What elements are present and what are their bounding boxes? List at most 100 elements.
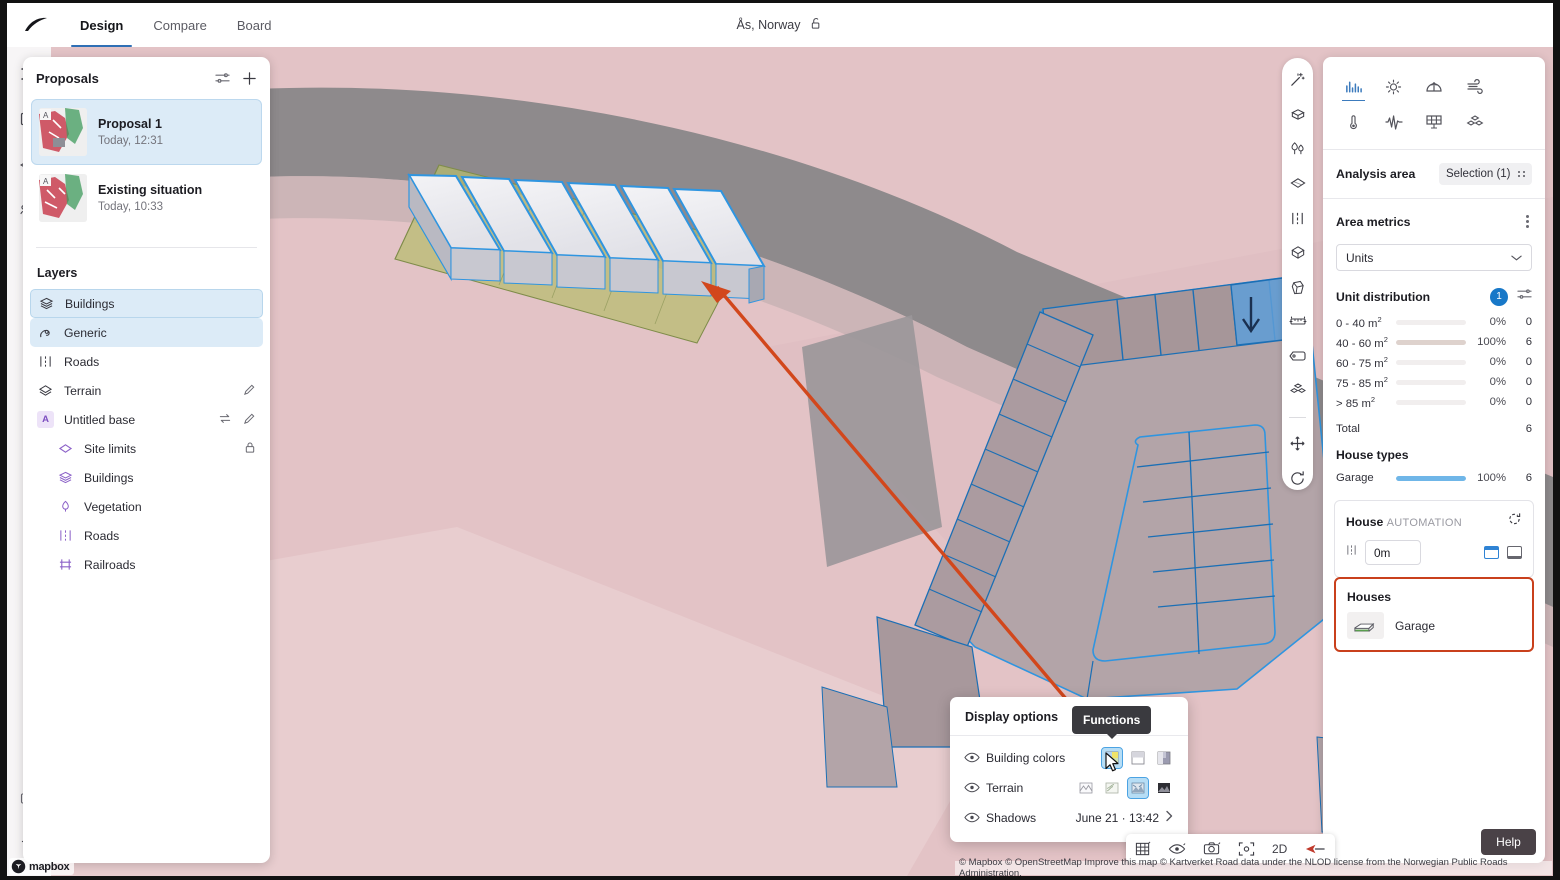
tab-compare[interactable]: Compare <box>138 3 221 47</box>
analysis-mode-icons <box>1323 57 1545 149</box>
layer-label: Site limits <box>84 441 137 456</box>
layer-item-generic[interactable]: Generic <box>30 318 263 347</box>
proposal-name: Existing situation <box>98 183 203 197</box>
chevron-right-icon[interactable] <box>1165 810 1174 825</box>
tab-design[interactable]: Design <box>65 3 138 47</box>
sliders-icon[interactable] <box>215 71 230 85</box>
eye-icon[interactable] <box>964 752 986 763</box>
drag-handle-icon[interactable] <box>1346 543 1357 562</box>
terrain-icon <box>37 384 54 397</box>
panel-title: Proposals <box>36 70 99 86</box>
dimension-toggle[interactable]: 2D <box>1272 842 1287 856</box>
unlock-icon[interactable] <box>810 17 823 33</box>
window-frame-left <box>0 0 7 880</box>
automation-title-bold: House <box>1346 514 1384 529</box>
roads-icon <box>57 529 74 542</box>
shadow-datetime-value[interactable]: June 21 · 13:42 <box>1076 811 1159 825</box>
rotate-icon[interactable] <box>1286 466 1310 490</box>
terrain-satellite-icon[interactable] <box>1127 776 1149 799</box>
sliders-icon[interactable] <box>1517 287 1532 306</box>
unit-range-label: > 85 m2 <box>1336 394 1376 410</box>
analysis-area-selection-chip[interactable]: Selection (1) <box>1438 163 1532 185</box>
volume-cube-icon[interactable] <box>1286 275 1310 299</box>
layer-item-buildings[interactable]: Buildings <box>30 289 263 318</box>
tab-board[interactable]: Board <box>222 3 287 47</box>
building-block-icon[interactable] <box>1286 103 1310 127</box>
house-types-header: House types <box>1323 438 1545 468</box>
layer-item-base-buildings[interactable]: Buildings <box>50 463 263 492</box>
eye-icon[interactable] <box>964 782 986 793</box>
solid-cube-icon[interactable] <box>1286 241 1310 265</box>
layer-item-site-limits[interactable]: Site limits <box>50 434 263 463</box>
road-dashed-icon[interactable] <box>1286 206 1310 230</box>
proposals-header: Proposals <box>23 57 270 99</box>
swap-icon[interactable] <box>218 412 232 428</box>
white-gradient-icon[interactable] <box>1128 748 1148 768</box>
wind-icon[interactable] <box>1455 69 1496 104</box>
functions-colors-icon[interactable] <box>1101 746 1123 769</box>
trees-icon[interactable] <box>1286 137 1310 161</box>
square-bottom-gray-icon[interactable] <box>1507 546 1522 559</box>
sun-icon[interactable] <box>1374 69 1415 104</box>
layer-item-vegetation[interactable]: Vegetation <box>50 492 263 521</box>
plus-icon[interactable] <box>242 71 257 86</box>
unit-count: 0 <box>1525 396 1532 408</box>
unit-percent: 0% <box>1489 356 1506 368</box>
house-item-garage[interactable]: Garage <box>1336 612 1532 650</box>
unit-bar <box>1396 359 1466 365</box>
railroads-icon <box>57 558 74 571</box>
top-navigation-bar: Design Compare Board Ås, Norway <box>7 3 1553 47</box>
area-metrics-row: Area metrics <box>1323 199 1545 244</box>
app-logo[interactable] <box>7 17 65 33</box>
stacked-blocks-icon[interactable] <box>1286 379 1310 403</box>
terrain-dark-icon[interactable] <box>1154 778 1174 798</box>
layer-label: Buildings <box>84 470 134 485</box>
stacked-blocks-icon[interactable] <box>1455 104 1496 139</box>
terrain-plane-icon[interactable] <box>1286 172 1310 196</box>
proposal-item-proposal-1[interactable]: A Proposal 1 Today, 12:31 <box>31 99 262 165</box>
pencil-icon[interactable] <box>243 412 256 428</box>
terrain-contour-icon[interactable] <box>1102 778 1122 798</box>
visibility-eye-icon[interactable] <box>1168 842 1186 856</box>
kebab-menu-icon[interactable] <box>1523 212 1532 231</box>
analysis-area-label: Analysis area <box>1336 167 1416 181</box>
compass-north-icon[interactable] <box>1304 842 1326 856</box>
terrain-light-icon[interactable] <box>1076 778 1096 798</box>
proposal-item-existing-situation[interactable]: A Existing situation Today, 10:33 <box>31 165 262 231</box>
unit-percent: 100% <box>1477 336 1506 348</box>
bar-chart-icon[interactable] <box>1333 69 1374 104</box>
layer-item-railroads[interactable]: Railroads <box>50 550 263 579</box>
lock-icon[interactable] <box>244 441 256 457</box>
noise-wave-icon[interactable] <box>1374 104 1415 139</box>
thermometer-icon[interactable] <box>1333 104 1374 139</box>
measure-icon[interactable] <box>1286 310 1310 334</box>
label-tag-icon[interactable] <box>1286 345 1310 369</box>
camera-icon[interactable] <box>1203 841 1221 856</box>
daylight-dome-icon[interactable] <box>1414 69 1455 104</box>
area-metrics-label: Area metrics <box>1336 214 1411 229</box>
popover-separator <box>950 735 1188 736</box>
help-button[interactable]: Help <box>1481 829 1536 855</box>
solar-panel-icon[interactable] <box>1414 104 1455 139</box>
move-icon[interactable] <box>1286 432 1310 456</box>
house-type-row: Garage 100% 6 <box>1323 468 1545 488</box>
pencil-icon[interactable] <box>243 383 256 399</box>
mapbox-logo[interactable]: mapbox <box>9 858 75 875</box>
auto-refresh-icon[interactable] <box>1507 512 1522 531</box>
eye-icon[interactable] <box>964 812 986 823</box>
layer-item-terrain[interactable]: Terrain <box>30 376 263 405</box>
focus-target-icon[interactable] <box>1238 841 1255 857</box>
layer-item-base-roads[interactable]: Roads <box>50 521 263 550</box>
grid-view-icon[interactable] <box>1135 841 1151 857</box>
house-type-bar <box>1396 475 1466 481</box>
metrics-type-select[interactable]: Units <box>1336 244 1532 271</box>
houses-card: Houses Garage <box>1334 577 1534 652</box>
square-top-blue-icon[interactable] <box>1484 546 1499 559</box>
layer-item-roads[interactable]: Roads <box>30 347 263 376</box>
distance-input[interactable]: 0m <box>1365 540 1421 565</box>
display-label: Shadows <box>986 810 1037 825</box>
unit-bar <box>1396 339 1466 345</box>
gray-split-icon[interactable] <box>1154 748 1174 768</box>
magic-wand-icon[interactable] <box>1286 68 1310 92</box>
layer-item-untitled-base[interactable]: A Untitled base <box>30 405 263 434</box>
